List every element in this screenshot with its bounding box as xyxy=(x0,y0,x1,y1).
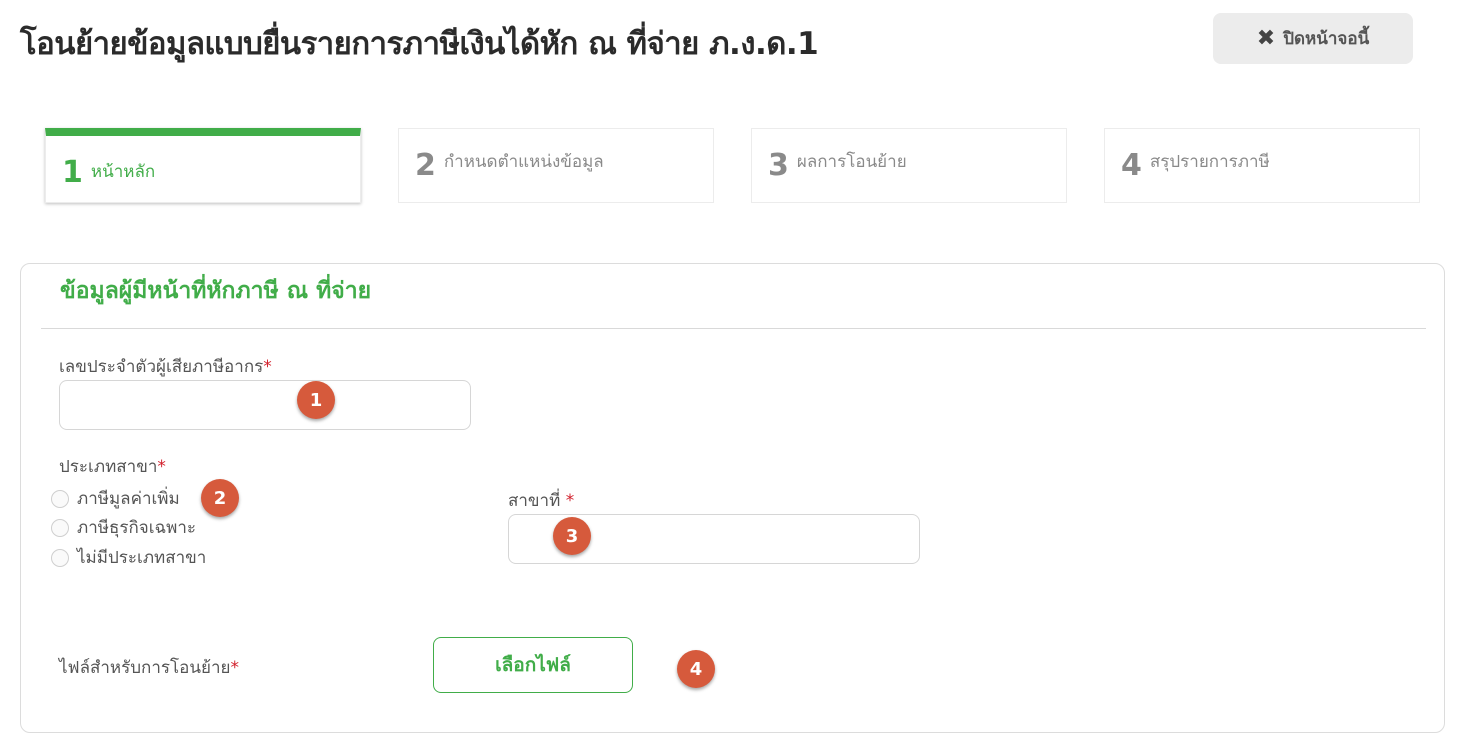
required-mark: * xyxy=(157,457,166,477)
tax-id-input[interactable] xyxy=(59,380,471,430)
radio-label: ภาษีมูลค่าเพิ่ม xyxy=(77,489,180,509)
branch-type-label-text: ประเภทสาขา xyxy=(59,457,158,477)
close-icon: ✖ xyxy=(1256,25,1276,51)
radio-button[interactable] xyxy=(51,548,69,567)
radio-vat[interactable]: ภาษีมูลค่าเพิ่ม xyxy=(51,485,180,512)
marker-1: 1 xyxy=(297,381,335,419)
section-divider xyxy=(41,328,1426,329)
step-number: 4 xyxy=(1121,147,1142,183)
step-4-summary[interactable]: 4 สรุปรายการภาษี xyxy=(1104,128,1420,203)
step-number: 1 xyxy=(62,155,83,190)
radio-button[interactable] xyxy=(51,518,69,537)
step-3-result[interactable]: 3 ผลการโอนย้าย xyxy=(751,128,1067,203)
step-label: หน้าหลัก xyxy=(90,161,156,182)
step-label: ผลการโอนย้าย xyxy=(796,152,907,172)
close-button-label: ปิดหน้าจอนี้ xyxy=(1283,29,1370,49)
tax-id-label: เลขประจำตัวผู้เสียภาษีอากร* xyxy=(59,353,272,380)
radio-no-branch-type[interactable]: ไม่มีประเภทสาขา xyxy=(51,544,206,571)
step-number: 3 xyxy=(768,147,789,183)
page-title: โอนย้ายข้อมูลแบบยื่นรายการภาษีเงินได้หัก… xyxy=(20,26,819,62)
required-mark: * xyxy=(263,357,272,377)
marker-3: 3 xyxy=(553,517,591,555)
section-title: ข้อมูลผู้มีหน้าที่หักภาษี ณ ที่จ่าย xyxy=(60,278,372,304)
marker-4: 4 xyxy=(677,650,715,688)
radio-label: ภาษีธุรกิจเฉพาะ xyxy=(77,518,196,538)
radio-specific-business-tax[interactable]: ภาษีธุรกิจเฉพาะ xyxy=(51,514,196,541)
step-label: สรุปรายการภาษี xyxy=(1149,152,1270,172)
radio-button[interactable] xyxy=(51,489,69,508)
branch-type-label: ประเภทสาขา* xyxy=(59,453,166,480)
step-label: กำหนดตำแหน่งข้อมูล xyxy=(443,152,604,172)
step-number: 2 xyxy=(415,147,436,183)
close-screen-button[interactable]: ✖ ปิดหน้าจอนี้ xyxy=(1213,13,1413,64)
branch-no-label-text: สาขาที่ xyxy=(508,491,566,511)
step-1-main[interactable]: 1 หน้าหลัก xyxy=(45,128,361,203)
file-label-text: ไฟล์สำหรับการโอนย้าย xyxy=(59,658,231,678)
step-2-position[interactable]: 2 กำหนดตำแหน่งข้อมูล xyxy=(398,128,714,203)
branch-no-label: สาขาที่ * xyxy=(508,487,574,514)
choose-file-button[interactable]: เลือกไฟล์ xyxy=(433,637,633,693)
radio-label: ไม่มีประเภทสาขา xyxy=(77,548,207,568)
withholder-info-card: ข้อมูลผู้มีหน้าที่หักภาษี ณ ที่จ่าย เลขป… xyxy=(20,263,1445,733)
marker-2: 2 xyxy=(201,479,239,517)
required-mark: * xyxy=(565,491,575,511)
tax-id-label-text: เลขประจำตัวผู้เสียภาษีอากร xyxy=(59,357,264,377)
file-label: ไฟล์สำหรับการโอนย้าย* xyxy=(59,654,239,681)
required-mark: * xyxy=(230,658,239,678)
